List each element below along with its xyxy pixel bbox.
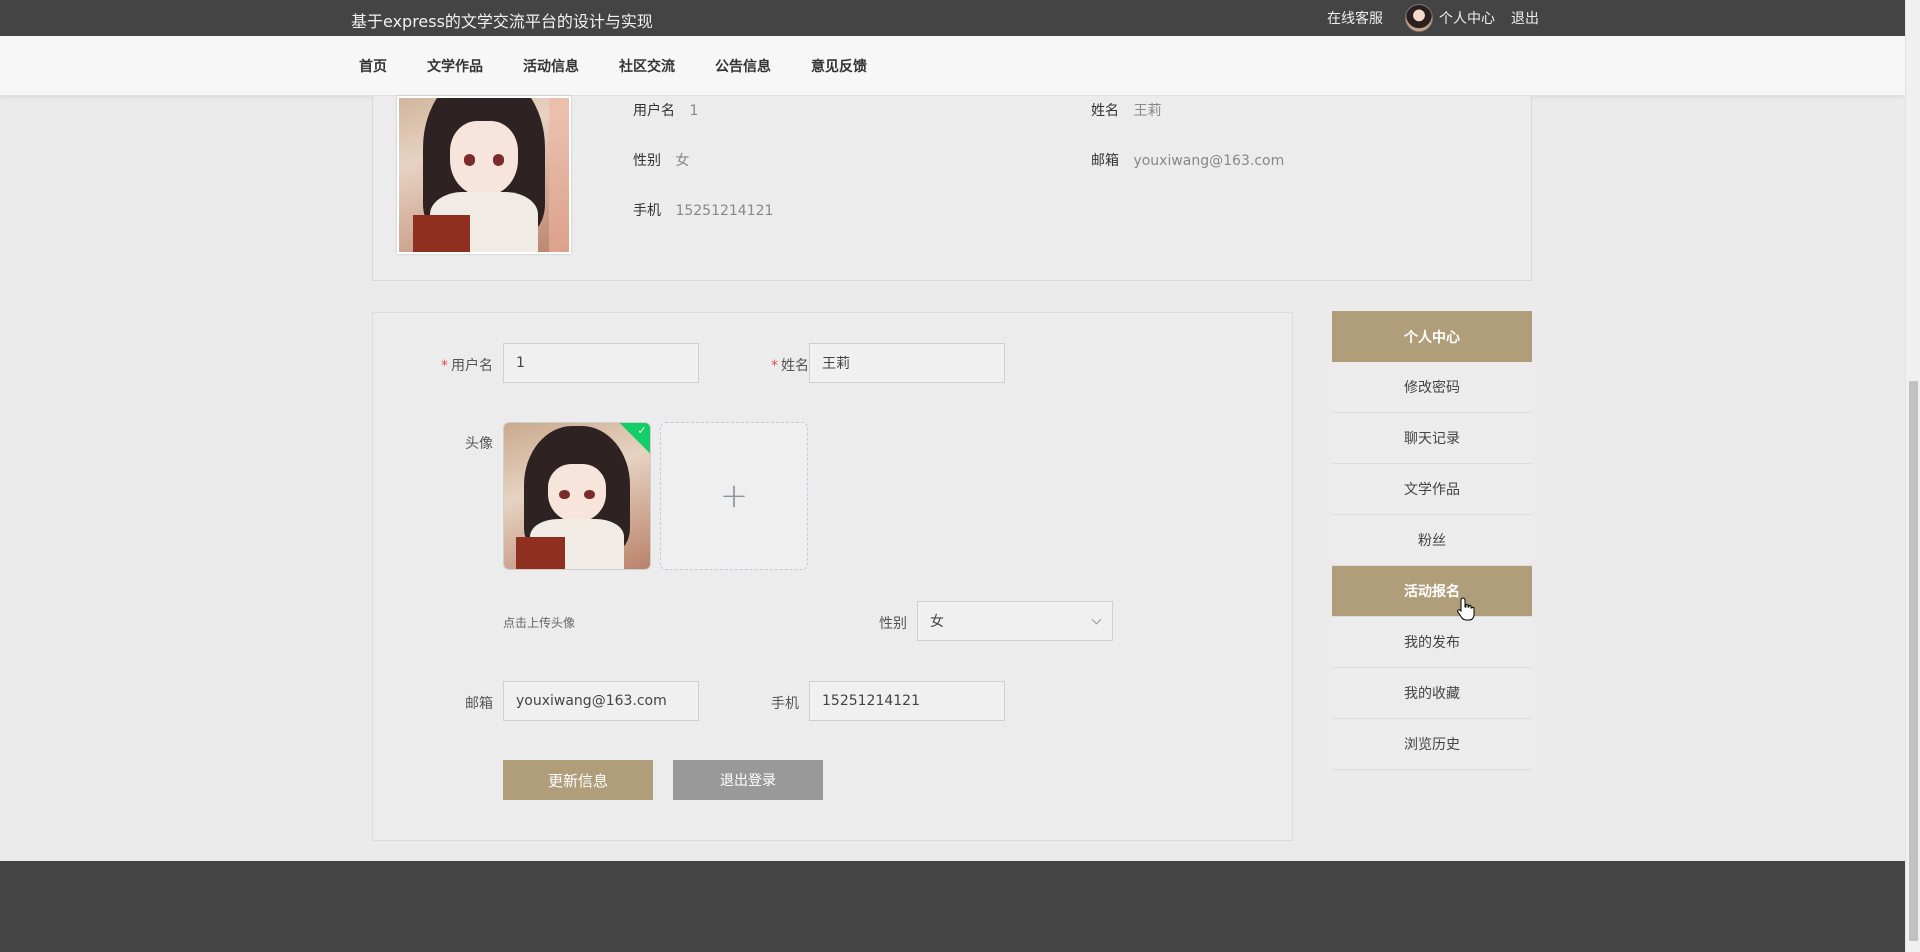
logout-button[interactable]: 退出登录 [673,760,823,800]
side-item-fans[interactable]: 粉丝 [1332,515,1532,566]
profile-username-label: 用户名 [633,103,675,119]
profile-avatar-image [397,96,571,254]
side-item-chat-history[interactable]: 聊天记录 [1332,413,1532,464]
phone-input[interactable] [809,681,1005,721]
plus-icon: + [719,476,749,516]
username-input[interactable] [503,343,699,383]
gender-select[interactable]: 女 [917,601,1113,641]
chevron-down-icon [1091,614,1102,624]
side-item-change-password[interactable]: 修改密码 [1332,362,1532,413]
name-field-label: * 姓名 [771,358,809,374]
personal-center-menu: 个人中心 修改密码 聊天记录 文学作品 粉丝 活动报名 我的发布 我的收藏 浏览… [1332,311,1532,770]
phone-field-label: 手机 [771,696,799,712]
footer [0,861,1905,952]
nav-item-works[interactable]: 文学作品 [427,56,483,76]
update-info-button[interactable]: 更新信息 [503,760,653,800]
profile-gender-label: 性别 [633,153,661,169]
nav-item-community[interactable]: 社区交流 [619,56,675,76]
page-scrollbar[interactable] [1905,0,1920,952]
profile-phone-value: 15251214121 [675,203,774,219]
user-avatar-icon[interactable] [1405,4,1433,32]
avatar-field-label: 头像 [465,436,493,452]
profile-name-value: 王莉 [1133,103,1162,119]
nav-item-announcements[interactable]: 公告信息 [715,56,771,76]
gender-field-label: 性别 [879,616,907,632]
profile-username-row: 用户名 1 [633,100,698,120]
upload-tip: 点击上传头像 [503,616,576,630]
gender-select-value: 女 [930,614,944,630]
side-item-favorites[interactable]: 我的收藏 [1332,668,1532,719]
profile-phone-label: 手机 [633,203,661,219]
profile-email-value: youxiwang@163.com [1133,153,1285,169]
top-right-links: 在线客服 个人中心 退出 [1327,0,1539,36]
profile-phone-row: 手机 15251214121 [633,200,773,220]
username-field-label: * 用户名 [441,358,493,374]
side-item-works[interactable]: 文学作品 [1332,464,1532,515]
profile-edit-form: *用户名 *姓名 头像 ✓ + 点击上传头像 性别 女 邮箱 手机 更新信息 退… [372,312,1293,841]
nav-item-activities[interactable]: 活动信息 [523,56,579,76]
profile-email-row: 邮箱 youxiwang@163.com [1091,150,1284,170]
scrollbar-thumb[interactable] [1909,381,1918,941]
personal-center-link[interactable]: 个人中心 [1439,8,1495,28]
profile-info-card: 用户名 1 姓名 王莉 性别 女 邮箱 youxiwang@163.com 手机… [372,96,1532,281]
side-menu-title[interactable]: 个人中心 [1332,311,1532,362]
main-nav: 首页 文学作品 活动信息 社区交流 公告信息 意见反馈 [0,36,1905,96]
email-input[interactable] [503,681,699,721]
uploaded-avatar-thumb[interactable]: ✓ [503,422,651,570]
hand-cursor-icon [1457,597,1475,621]
side-item-my-posts[interactable]: 我的发布 [1332,617,1532,668]
profile-name-label: 姓名 [1091,103,1119,119]
online-service-link[interactable]: 在线客服 [1327,8,1383,28]
email-field-label: 邮箱 [465,696,493,712]
profile-username-value: 1 [689,103,699,119]
nav-item-feedback[interactable]: 意见反馈 [811,56,867,76]
side-item-browse-history[interactable]: 浏览历史 [1332,719,1532,770]
avatar-upload-button[interactable]: + [660,422,808,570]
profile-gender-value: 女 [675,153,690,169]
profile-name-row: 姓名 王莉 [1091,100,1161,120]
profile-gender-row: 性别 女 [633,150,689,170]
profile-email-label: 邮箱 [1091,153,1119,169]
side-item-activity-signup[interactable]: 活动报名 [1332,566,1532,617]
logout-link[interactable]: 退出 [1511,8,1539,28]
name-input[interactable] [809,343,1005,383]
site-title: 基于express的文学交流平台的设计与实现 [351,12,653,31]
top-bar: 基于express的文学交流平台的设计与实现 在线客服 个人中心 退出 [0,0,1905,36]
nav-item-home[interactable]: 首页 [359,56,387,76]
